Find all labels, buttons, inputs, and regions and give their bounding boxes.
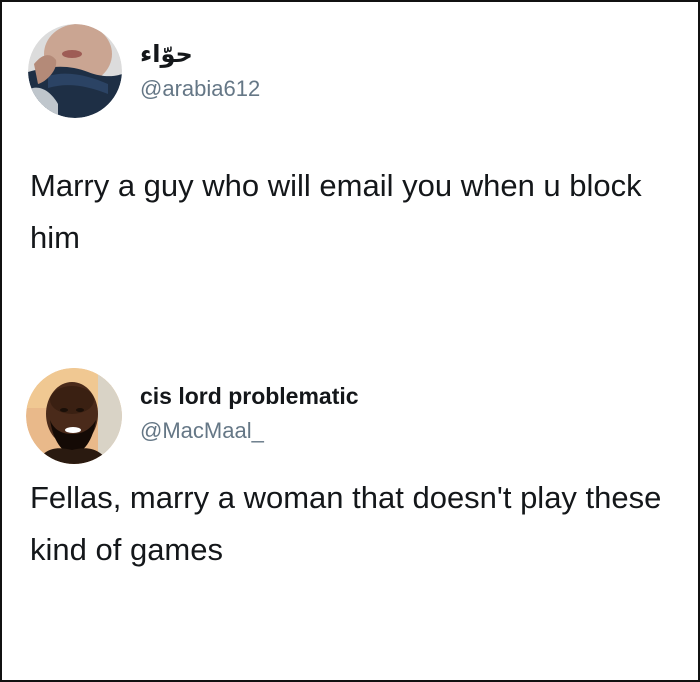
tweet-text: Marry a guy who will email you when u bl… xyxy=(30,168,642,255)
display-name[interactable]: cis lord problematic xyxy=(140,382,359,410)
profile-photo-woman-icon xyxy=(28,24,122,118)
display-name[interactable]: حوّاء xyxy=(140,40,260,68)
user-handle[interactable]: @arabia612 xyxy=(140,74,260,104)
tweet-author: حوّاء @arabia612 xyxy=(140,40,260,104)
avatar[interactable] xyxy=(28,24,122,118)
avatar[interactable] xyxy=(26,368,122,464)
user-handle[interactable]: @MacMaal_ xyxy=(140,416,359,446)
profile-photo-man-icon xyxy=(26,368,122,464)
tweet-author: cis lord problematic @MacMaal_ xyxy=(140,382,359,446)
tweet-text: Fellas, marry a woman that doesn't play … xyxy=(30,480,662,567)
screenshot-frame: حوّاء @arabia612 Marry a guy who will em… xyxy=(0,0,700,682)
